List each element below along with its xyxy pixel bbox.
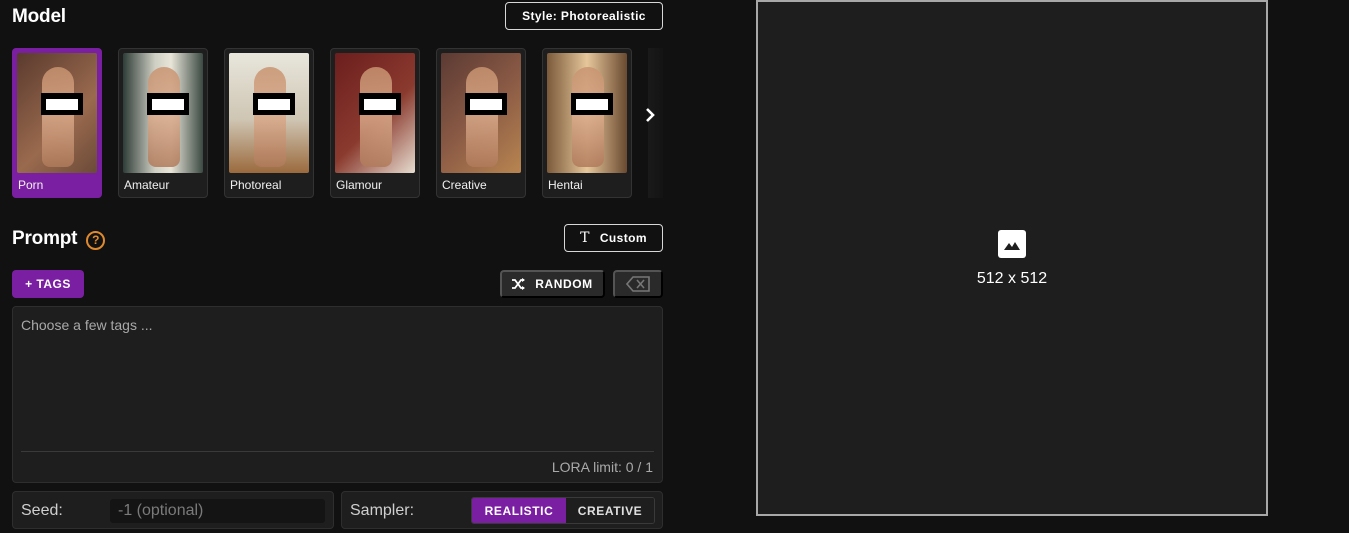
- generator-panel: Model Style: Photorealistic Porn Amateur…: [12, 0, 663, 533]
- preview-placeholder: 512 x 512: [758, 230, 1266, 288]
- model-thumbnail: [17, 53, 97, 173]
- prompt-box: LORA limit: 0 / 1: [12, 306, 663, 483]
- censor-bar: [465, 93, 507, 115]
- backspace-icon: [626, 276, 650, 292]
- model-card-label: Glamour: [336, 178, 383, 192]
- help-icon[interactable]: ?: [86, 230, 106, 250]
- custom-button-label: Custom: [599, 231, 647, 245]
- random-button-label: RANDOM: [535, 277, 593, 291]
- sampler-field-group: Sampler: REALISTIC CREATIVE: [341, 491, 663, 529]
- censor-bar: [147, 93, 189, 115]
- prompt-title: Prompt: [12, 228, 78, 249]
- model-card-label: Amateur: [124, 178, 170, 192]
- model-title: Model: [12, 6, 66, 27]
- prompt-header: Prompt ?: [12, 227, 106, 251]
- model-thumbnail: [229, 53, 309, 173]
- model-thumbnail: [123, 53, 203, 173]
- model-thumbnail: [335, 53, 415, 173]
- seed-input[interactable]: [110, 499, 325, 523]
- custom-prompt-button[interactable]: T Custom: [564, 224, 663, 252]
- model-card-creative[interactable]: Creative: [436, 48, 526, 198]
- model-thumbnail: [547, 53, 627, 173]
- image-preview: 512 x 512: [756, 0, 1268, 516]
- censor-bar: [359, 93, 401, 115]
- image-size-label: 512 x 512: [976, 270, 1048, 287]
- random-button[interactable]: RANDOM: [500, 270, 605, 298]
- prompt-input[interactable]: [21, 317, 653, 447]
- censor-bar: [41, 93, 83, 115]
- model-header: Model: [12, 5, 66, 29]
- model-card-label: Porn: [18, 178, 44, 192]
- clear-prompt-button[interactable]: [613, 270, 663, 298]
- seed-field-group: Seed:: [12, 491, 334, 529]
- model-card-amateur[interactable]: Amateur: [118, 48, 208, 198]
- chevron-right-icon: [646, 108, 655, 122]
- lora-limit: LORA limit: 0 / 1: [551, 459, 653, 475]
- add-tags-button[interactable]: + TAGS: [12, 270, 84, 298]
- model-card-label: Photoreal: [230, 178, 282, 192]
- sampler-option-realistic[interactable]: REALISTIC: [472, 498, 566, 523]
- prompt-divider: [21, 451, 654, 452]
- model-thumbnail: [441, 53, 521, 173]
- model-carousel: Porn Amateur Photoreal Glamour Creative …: [12, 48, 663, 198]
- censor-bar: [253, 93, 295, 115]
- sampler-toggle: REALISTIC CREATIVE: [471, 497, 655, 524]
- model-card-porn[interactable]: Porn: [12, 48, 102, 198]
- image-icon: [998, 230, 1026, 258]
- seed-label: Seed:: [21, 502, 63, 519]
- model-card-photoreal[interactable]: Photoreal: [224, 48, 314, 198]
- model-card-hentai[interactable]: Hentai: [542, 48, 632, 198]
- style-button[interactable]: Style: Photorealistic: [505, 2, 663, 30]
- carousel-next-button[interactable]: [642, 103, 658, 127]
- censor-bar: [571, 93, 613, 115]
- model-card-glamour[interactable]: Glamour: [330, 48, 420, 198]
- model-card-label: Creative: [442, 178, 487, 192]
- shuffle-icon: [512, 278, 526, 290]
- sampler-option-creative[interactable]: CREATIVE: [566, 498, 654, 523]
- sampler-label: Sampler:: [350, 502, 415, 519]
- model-card-label: Hentai: [548, 178, 583, 192]
- text-icon: T: [580, 230, 590, 246]
